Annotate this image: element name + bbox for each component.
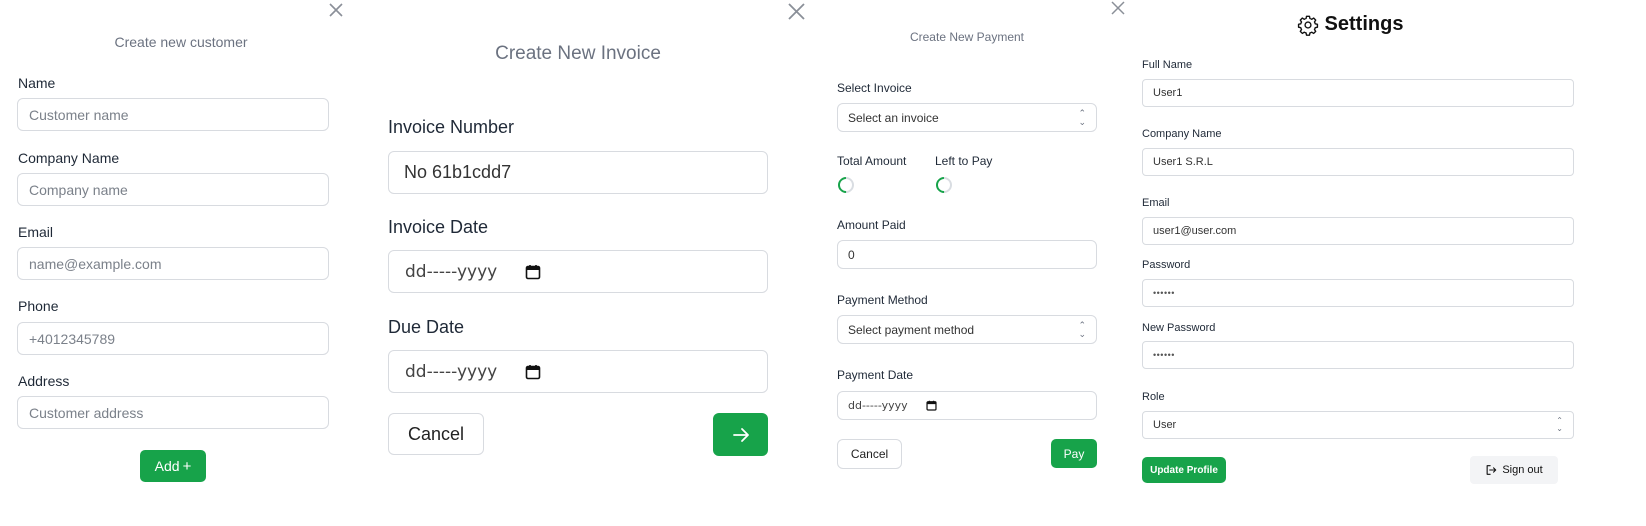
- invoice-cancel-button[interactable]: Cancel: [388, 413, 484, 455]
- address-placeholder: Customer address: [29, 404, 144, 421]
- company-name-label: Company Name: [1142, 128, 1222, 140]
- customer-form-title: Create new customer: [114, 34, 248, 50]
- company-name-placeholder: Company name: [29, 181, 128, 198]
- new-password-input[interactable]: ••••••: [1142, 341, 1574, 369]
- payment-method-value: Select payment method: [848, 322, 975, 337]
- email-input[interactable]: name@example.com: [17, 247, 329, 280]
- invoice-date-value: dd-----yyyy: [405, 261, 498, 282]
- pay-button-label: Pay: [1063, 446, 1085, 461]
- email-label: Email: [1142, 197, 1170, 209]
- email-placeholder: name@example.com: [29, 255, 162, 272]
- select-invoice-dropdown[interactable]: Select an invoice ⌃ ⌄: [837, 103, 1097, 132]
- phone-input[interactable]: +4012345789: [17, 322, 329, 355]
- create-customer-panel: Create new customer Name Customer name C…: [0, 0, 350, 526]
- sign-out-button[interactable]: Sign out: [1470, 456, 1558, 484]
- address-label: Address: [18, 373, 70, 389]
- chevron-updown-icon: ⌃ ⌄: [1556, 416, 1563, 433]
- payment-method-dropdown[interactable]: Select payment method ⌃ ⌄: [837, 315, 1097, 344]
- close-icon[interactable]: [328, 2, 344, 18]
- company-name-input[interactable]: Company name: [17, 173, 329, 206]
- full-name-label: Full Name: [1142, 59, 1193, 71]
- create-invoice-panel: Create New Invoice Invoice Number No 61b…: [380, 0, 820, 526]
- add-button-label: Add: [154, 458, 180, 474]
- payment-cancel-label: Cancel: [850, 447, 889, 461]
- due-date-input[interactable]: dd-----yyyy: [388, 350, 768, 393]
- email-label: Email: [18, 224, 54, 240]
- amount-paid-input[interactable]: 0: [837, 240, 1097, 269]
- plus-icon: +: [182, 457, 192, 475]
- full-name-input[interactable]: User1: [1142, 79, 1574, 107]
- left-to-pay-label: Left to Pay: [935, 154, 993, 168]
- invoice-form-title: Create New Invoice: [495, 43, 661, 64]
- amount-paid-value: 0: [848, 247, 855, 262]
- invoice-number-input[interactable]: No 61b1cdd7: [388, 151, 768, 194]
- password-value: ••••••: [1153, 288, 1175, 298]
- calendar-icon[interactable]: [525, 364, 541, 380]
- company-name-label: Company Name: [18, 150, 120, 166]
- add-customer-button[interactable]: Add +: [140, 450, 206, 482]
- pay-button[interactable]: Pay: [1051, 439, 1097, 468]
- arrow-right-icon: [732, 427, 749, 442]
- phone-label: Phone: [18, 298, 59, 314]
- phone-placeholder: +4012345789: [29, 330, 116, 347]
- settings-panel: Settings Full Name User1 Company Name Us…: [1136, 0, 1646, 526]
- sign-out-icon: [1486, 465, 1497, 475]
- create-payment-panel: Create New Payment Select Invoice Select…: [826, 0, 1136, 526]
- update-profile-label: Update Profile: [1150, 464, 1218, 476]
- password-label: Password: [1142, 259, 1191, 271]
- chevron-updown-icon: ⌃ ⌄: [1078, 107, 1086, 127]
- email-input[interactable]: user1@user.com: [1142, 217, 1574, 245]
- full-name-value: User1: [1153, 87, 1183, 99]
- calendar-icon[interactable]: [926, 400, 937, 411]
- customer-name-input[interactable]: Customer name: [17, 98, 329, 131]
- company-name-value: User1 S.R.L: [1153, 156, 1213, 168]
- invoice-number-label: Invoice Number: [388, 117, 515, 137]
- customer-name-placeholder: Customer name: [29, 106, 129, 123]
- address-input[interactable]: Customer address: [17, 396, 329, 429]
- total-amount-label: Total Amount: [837, 154, 907, 168]
- email-value: user1@user.com: [1153, 225, 1237, 237]
- invoice-number-value: No 61b1cdd7: [404, 162, 512, 182]
- role-label: Role: [1142, 391, 1165, 403]
- chevron-updown-icon: ⌃ ⌄: [1078, 319, 1086, 339]
- amount-paid-label: Amount Paid: [837, 218, 906, 232]
- settings-header: Settings: [1136, 13, 1564, 36]
- select-invoice-label: Select Invoice: [837, 81, 912, 95]
- invoice-cancel-label: Cancel: [407, 423, 465, 444]
- update-profile-button[interactable]: Update Profile: [1142, 457, 1226, 483]
- name-label: Name: [18, 75, 56, 91]
- invoice-date-input[interactable]: dd-----yyyy: [388, 250, 768, 293]
- payment-date-value: dd-----yyyy: [848, 399, 908, 412]
- payment-date-input[interactable]: dd-----yyyy: [837, 391, 1097, 420]
- new-password-value: ••••••: [1153, 350, 1175, 360]
- company-name-input[interactable]: User1 S.R.L: [1142, 148, 1574, 176]
- settings-title: Settings: [1324, 13, 1404, 35]
- payment-method-label: Payment Method: [837, 293, 928, 307]
- close-icon[interactable]: [1111, 1, 1125, 15]
- payment-cancel-button[interactable]: Cancel: [837, 439, 902, 469]
- select-invoice-value: Select an invoice: [848, 110, 939, 125]
- due-date-label: Due Date: [388, 317, 465, 337]
- calendar-icon[interactable]: [525, 264, 541, 280]
- invoice-date-label: Invoice Date: [388, 217, 489, 237]
- due-date-value: dd-----yyyy: [405, 361, 498, 382]
- sign-out-label: Sign out: [1502, 464, 1543, 476]
- new-password-label: New Password: [1142, 322, 1216, 334]
- password-input[interactable]: ••••••: [1142, 279, 1574, 307]
- left-to-pay-loading-icon: [932, 173, 956, 197]
- payment-date-label: Payment Date: [837, 368, 914, 382]
- gear-icon: [1297, 15, 1318, 36]
- role-dropdown[interactable]: User ⌃ ⌄: [1142, 411, 1574, 439]
- role-value: User: [1153, 419, 1177, 431]
- invoice-next-button[interactable]: [713, 413, 768, 456]
- payment-form-title: Create New Payment: [909, 30, 1025, 44]
- close-icon[interactable]: [787, 2, 806, 21]
- total-amount-loading-icon: [834, 173, 858, 197]
